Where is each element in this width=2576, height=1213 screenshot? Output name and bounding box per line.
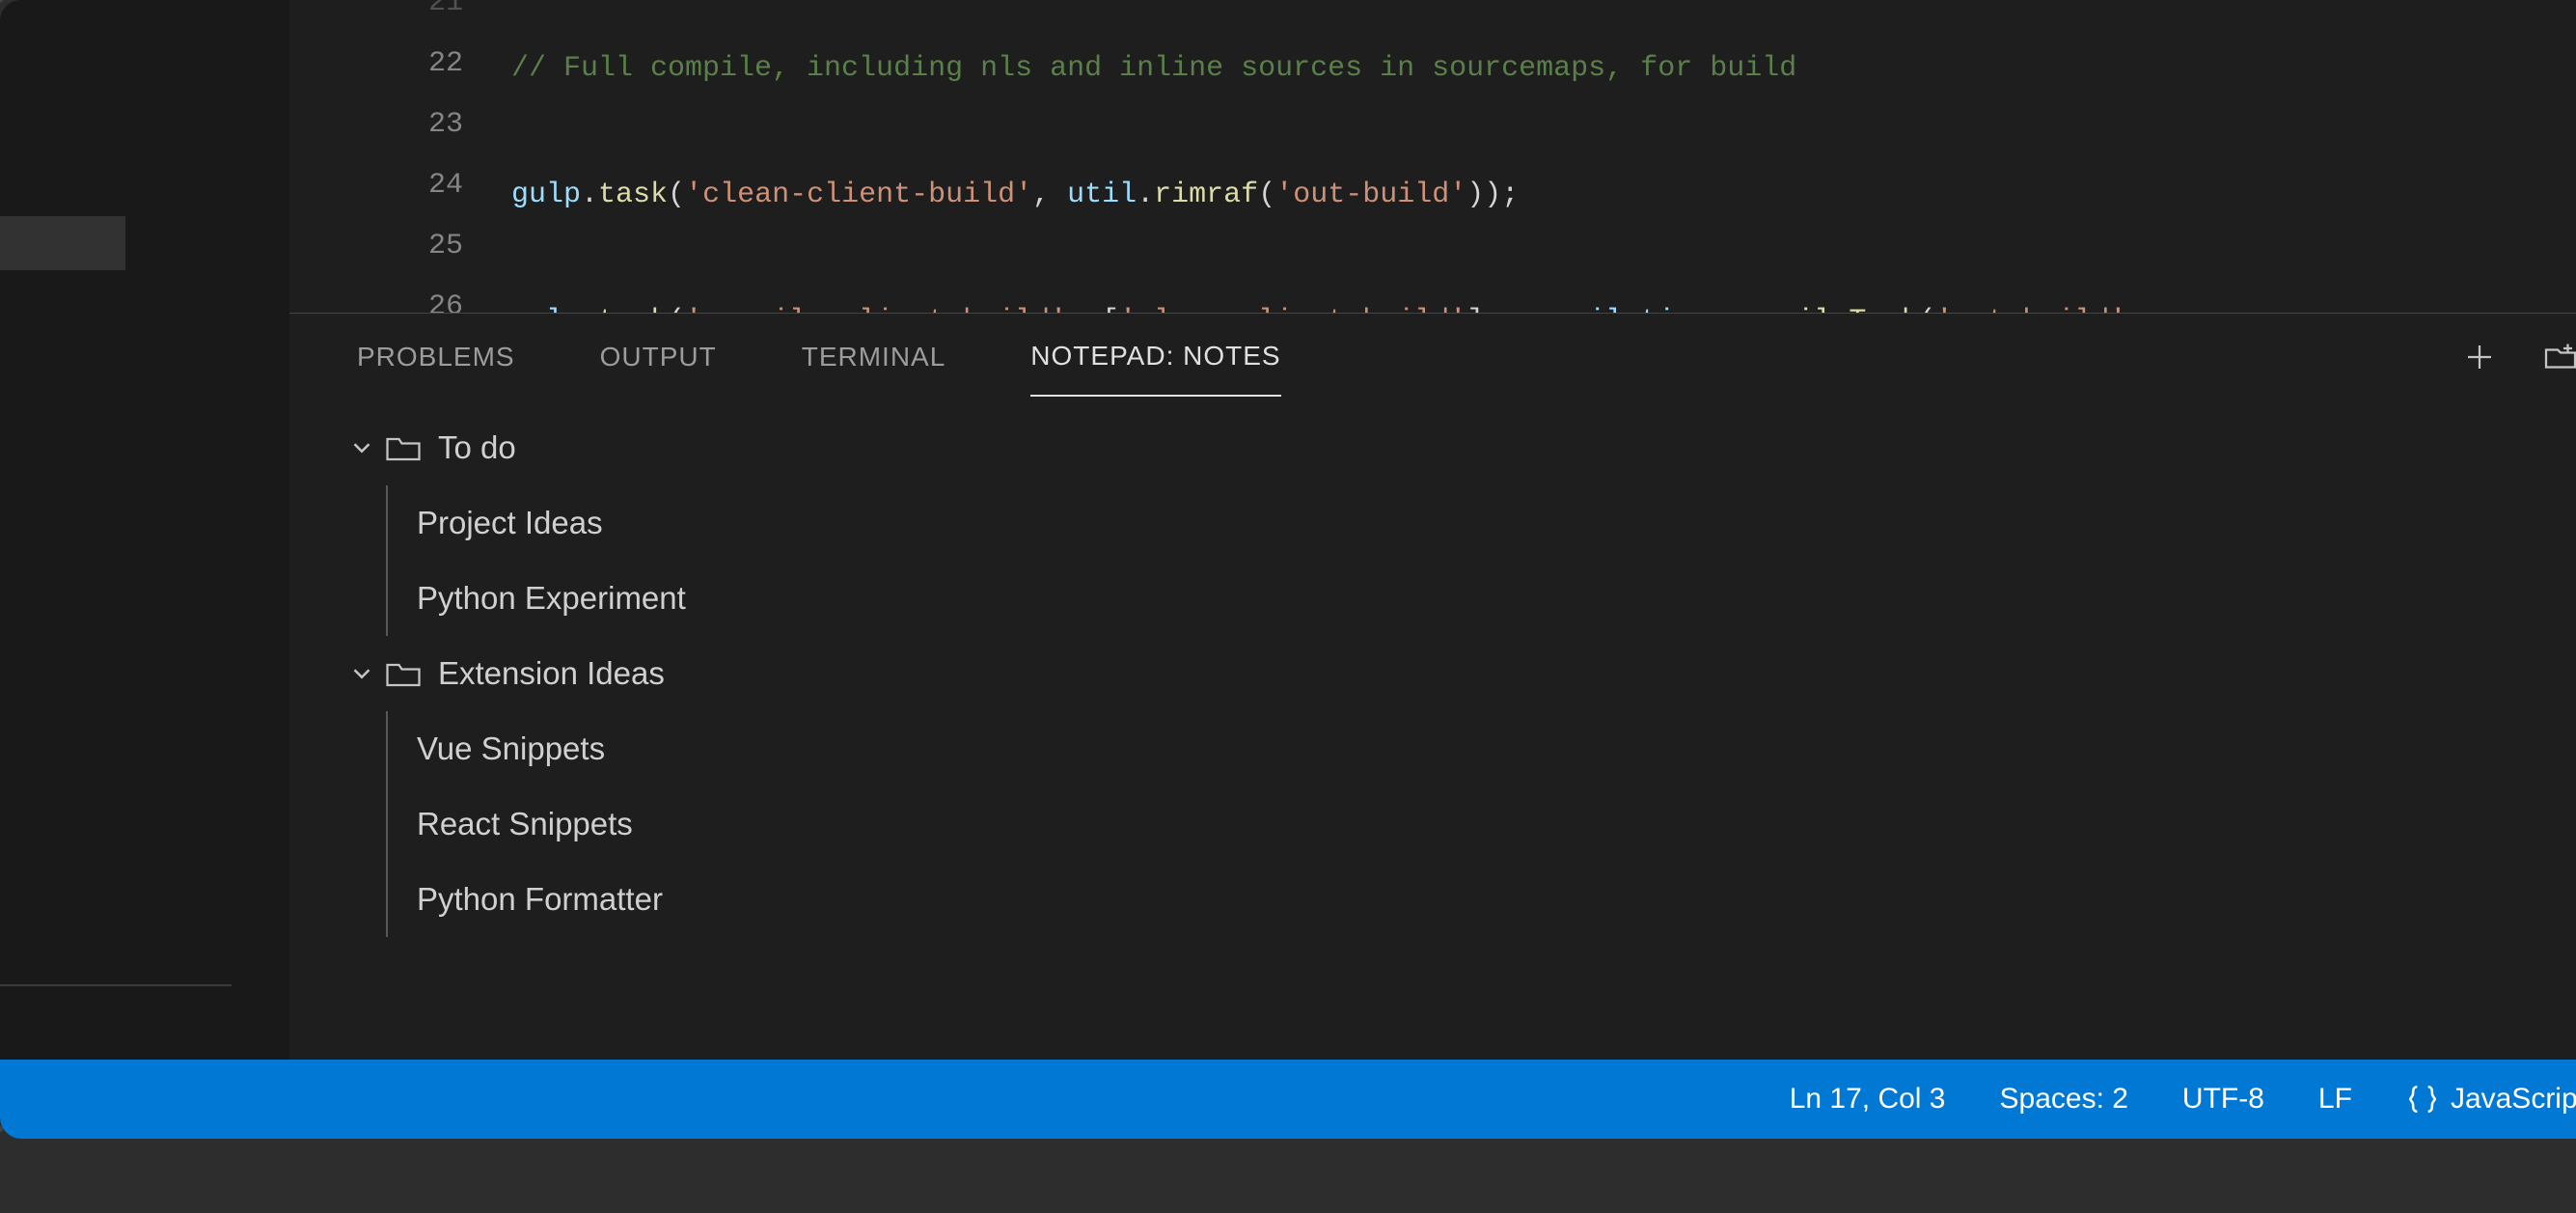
activity-sidebar [0,0,289,1139]
notepad-folder-extension-ideas[interactable]: Extension Ideas [347,636,2576,711]
notepad-item[interactable]: Python Formatter [386,862,2576,937]
folder-icon [386,659,421,688]
code-editor[interactable]: 21 22 23 24 25 26 // Full compile, inclu… [289,0,2576,313]
line-number: 22 [289,34,463,95]
tab-terminal[interactable]: TERMINAL [802,318,946,396]
item-label: Python Formatter [417,881,663,918]
status-eol[interactable]: LF [2318,1083,2352,1116]
bottom-panel: PROBLEMS OUTPUT TERMINAL NOTEPAD: NOTES [289,313,2576,1060]
tab-notepad-notes[interactable]: NOTEPAD: NOTES [1030,317,1280,397]
status-cursor-position[interactable]: Ln 17, Col 3 [1790,1083,1946,1116]
code-line[interactable]: gulp.task('clean-client-build', util.rim… [511,165,2576,226]
status-bar: Ln 17, Col 3 Spaces: 2 UTF-8 LF JavaScri… [0,1060,2576,1139]
line-number: 21 [289,0,463,34]
tab-output[interactable]: OUTPUT [600,318,717,396]
item-label: Python Experiment [417,580,686,617]
status-language[interactable]: JavaScript [2406,1083,2576,1116]
notepad-folder-todo[interactable]: To do [347,410,2576,485]
item-label: React Snippets [417,806,633,842]
line-number: 23 [289,95,463,155]
notepad-tree: To do Project Ideas Python Experiment Ex… [289,400,2576,937]
notepad-item[interactable]: React Snippets [386,786,2576,862]
editor-window: 21 22 23 24 25 26 // Full compile, inclu… [0,0,2576,1139]
item-label: Vue Snippets [417,731,605,767]
code-line[interactable]: // Full compile, including nls and inlin… [511,39,2576,99]
chevron-down-icon [347,433,376,462]
line-number-gutter: 21 22 23 24 25 26 [289,0,511,313]
new-folder-icon[interactable] [2543,340,2576,374]
folder-icon [386,433,421,462]
panel-actions [2462,314,2576,400]
chevron-down-icon [347,659,376,688]
panel-tab-bar: PROBLEMS OUTPUT TERMINAL NOTEPAD: NOTES [289,314,2576,400]
new-note-icon[interactable] [2462,340,2497,374]
line-number: 25 [289,216,463,277]
status-language-label: JavaScript [2451,1083,2576,1116]
line-number: 24 [289,155,463,216]
notepad-item[interactable]: Vue Snippets [386,711,2576,786]
braces-icon [2406,1083,2439,1116]
notepad-item[interactable]: Project Ideas [386,485,2576,561]
status-encoding[interactable]: UTF-8 [2182,1083,2264,1116]
folder-label: To do [438,429,516,466]
notepad-item[interactable]: Python Experiment [386,561,2576,636]
sidebar-active-indicator [0,216,125,270]
tab-problems[interactable]: PROBLEMS [357,318,515,396]
item-label: Project Ideas [417,505,603,541]
sidebar-divider [0,984,232,986]
folder-label: Extension Ideas [438,655,665,692]
status-indentation[interactable]: Spaces: 2 [2000,1083,2128,1116]
